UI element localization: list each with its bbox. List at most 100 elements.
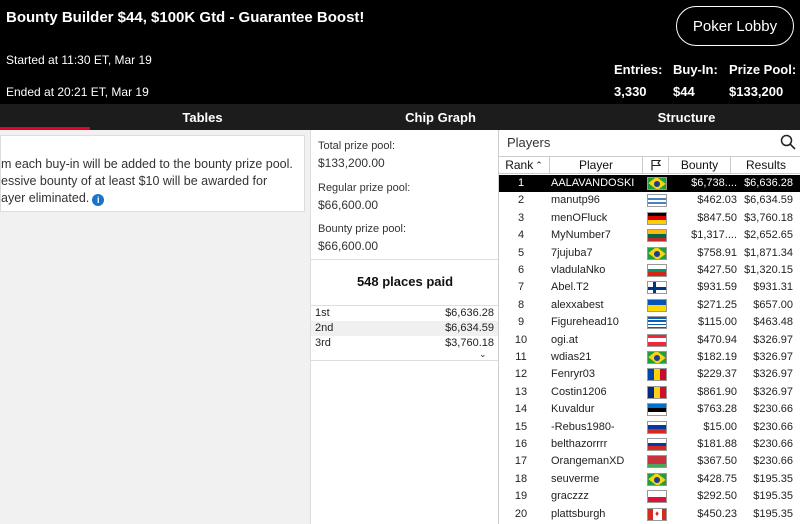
tab-tables[interactable]: Tables	[130, 104, 275, 130]
player-row[interactable]: 10 ogi.at $470.94 $326.97	[499, 332, 800, 349]
player-bounty: $271.25	[697, 298, 737, 311]
player-row[interactable]: 4 MyNumber7 $1,317.... $2,652.65	[499, 227, 800, 244]
flag-icon	[650, 159, 661, 171]
player-rank: 19	[514, 490, 528, 503]
info-line-text: ayer eliminated.	[1, 191, 90, 205]
column-header-bounty[interactable]: Bounty	[669, 156, 731, 174]
poker-lobby-button[interactable]: Poker Lobby	[676, 6, 794, 46]
tab-chip-graph[interactable]: Chip Graph	[368, 104, 513, 130]
player-row[interactable]: 8 alexxabest $271.25 $657.00	[499, 297, 800, 314]
player-row[interactable]: 6 vladulaNko $427.50 $1,320.15	[499, 262, 800, 279]
column-header-results[interactable]: Results	[731, 156, 800, 174]
player-row[interactable]: 1 AALAVANDOSKI $6,738.... $6,636.28	[499, 175, 800, 193]
player-bounty: $428.75	[697, 472, 737, 485]
player-result: $230.66	[753, 420, 793, 433]
buyin-label: Buy-In:	[673, 62, 718, 77]
end-time: Ended at 20:21 ET, Mar 19	[6, 85, 149, 99]
payout-place: 3rd	[315, 337, 331, 349]
player-name: menOFluck	[551, 211, 608, 224]
column-header-flag[interactable]	[643, 156, 669, 174]
player-bounty: $1,317....	[691, 229, 737, 242]
chevron-down-icon[interactable]: ⌄	[479, 349, 487, 360]
finland-flag-icon	[647, 281, 667, 295]
player-row[interactable]: 12 Fenryr03 $229.37 $326.97	[499, 366, 800, 383]
column-header-rank[interactable]: Rank ⌃	[499, 156, 550, 174]
player-row[interactable]: 15 -Rebus1980- $15.00 $230.66	[499, 419, 800, 436]
bounty-prize-label: Bounty prize pool:	[318, 223, 407, 235]
player-name: graczzz	[551, 490, 589, 503]
player-row[interactable]: 18 seuverme $428.75 $195.35	[499, 471, 800, 488]
player-row[interactable]: 5 7jujuba7 $758.91 $1,871.34	[499, 245, 800, 262]
tournament-header: Bounty Builder $44, $100K Gtd - Guarante…	[0, 0, 800, 104]
uruguay-flag-icon	[647, 194, 667, 208]
divider	[311, 259, 499, 260]
info-line: m each buy-in will be added to the bount…	[1, 157, 293, 171]
total-prize-label: Total prize pool:	[318, 140, 396, 152]
players-panel: Players Rank ⌃ Player Bounty Results 1 AAL…	[498, 130, 800, 524]
player-row[interactable]: 2 manutp96 $462.03 $6,634.59	[499, 192, 800, 209]
greece-flag-icon	[647, 316, 667, 330]
info-line: essive bounty of at least $10 will be aw…	[1, 174, 268, 188]
player-rank: 7	[517, 281, 525, 294]
player-row[interactable]: 17 OrangemanXD $367.50 $230.66	[499, 453, 800, 470]
belarus-flag-icon	[647, 455, 667, 469]
player-bounty: $292.50	[697, 490, 737, 503]
player-bounty: $861.90	[697, 385, 737, 398]
player-result: $6,634.59	[744, 194, 793, 207]
player-result: $195.35	[753, 507, 793, 520]
player-result: $6,636.28	[744, 177, 793, 189]
player-bounty: $181.88	[697, 438, 737, 450]
start-time: Started at 11:30 ET, Mar 19	[6, 53, 152, 67]
player-row[interactable]: 3 menOFluck $847.50 $3,760.18	[499, 210, 800, 227]
player-row[interactable]: 13 Costin1206 $861.90 $326.97	[499, 384, 800, 401]
player-name: -Rebus1980-	[551, 420, 615, 433]
player-rank: 18	[514, 472, 528, 485]
player-name: Figurehead10	[551, 316, 619, 329]
divider	[311, 360, 499, 361]
tournament-title: Bounty Builder $44, $100K Gtd - Guarante…	[6, 9, 365, 26]
prize-pool-panel: Total prize pool: $133,200.00 Regular pr…	[310, 130, 499, 524]
player-result: $326.97	[753, 333, 793, 346]
entries-value: 3,330	[614, 84, 647, 99]
player-rank: 1	[517, 177, 525, 189]
info-line-last: ayer eliminated. i	[1, 190, 304, 207]
info-icon[interactable]: i	[92, 194, 105, 206]
player-row[interactable]: 19 graczzz $292.50 $195.35	[499, 488, 800, 505]
entries-label: Entries:	[614, 62, 663, 77]
player-row[interactable]: 14 Kuvaldur $763.28 $230.66	[499, 401, 800, 418]
tab-bar: Tables Chip Graph Structure	[0, 104, 800, 130]
player-result: $326.97	[753, 385, 793, 398]
player-result: $230.66	[753, 455, 793, 468]
player-bounty: $115.00	[698, 316, 737, 329]
player-rank: 9	[517, 316, 525, 329]
column-header-player[interactable]: Player	[550, 156, 643, 174]
poland-flag-icon	[647, 490, 667, 504]
player-name: wdias21	[551, 351, 592, 363]
player-row[interactable]: 16 belthazorrrr $181.88 $230.66	[499, 436, 800, 453]
player-name: manutp96	[551, 194, 600, 207]
player-rank: 20	[514, 507, 528, 520]
player-name: seuverme	[551, 472, 600, 485]
player-rank: 5	[517, 246, 525, 259]
player-name: ogi.at	[551, 333, 578, 346]
player-name: Costin1206	[551, 385, 607, 398]
player-result: $931.31	[753, 281, 793, 294]
romania-flag-icon	[647, 385, 667, 399]
player-result: $3,760.18	[744, 211, 793, 224]
player-rank: 15	[514, 420, 528, 433]
player-row[interactable]: 11 wdias21 $182.19 $326.97	[499, 349, 800, 366]
player-row[interactable]: 9 Figurehead10 $115.00 $463.48	[499, 314, 800, 331]
player-row[interactable]: 7 Abel.T2 $931.59 $931.31	[499, 279, 800, 296]
brazil-flag-icon	[647, 246, 667, 260]
search-icon[interactable]	[780, 134, 796, 150]
bounty-info-card: m each buy-in will be added to the bount…	[0, 135, 305, 212]
active-tab-indicator	[0, 127, 90, 130]
player-result: $657.00	[753, 298, 793, 311]
player-bounty: $470.94	[697, 333, 737, 346]
player-row[interactable]: 20 plattsburgh ♦ $450.23 $195.35	[499, 506, 800, 523]
player-name: MyNumber7	[551, 229, 611, 242]
austria-flag-icon	[647, 333, 667, 347]
tab-structure[interactable]: Structure	[614, 104, 759, 130]
player-bounty: $758.91	[697, 246, 737, 259]
rank-header-label: Rank	[505, 158, 534, 172]
